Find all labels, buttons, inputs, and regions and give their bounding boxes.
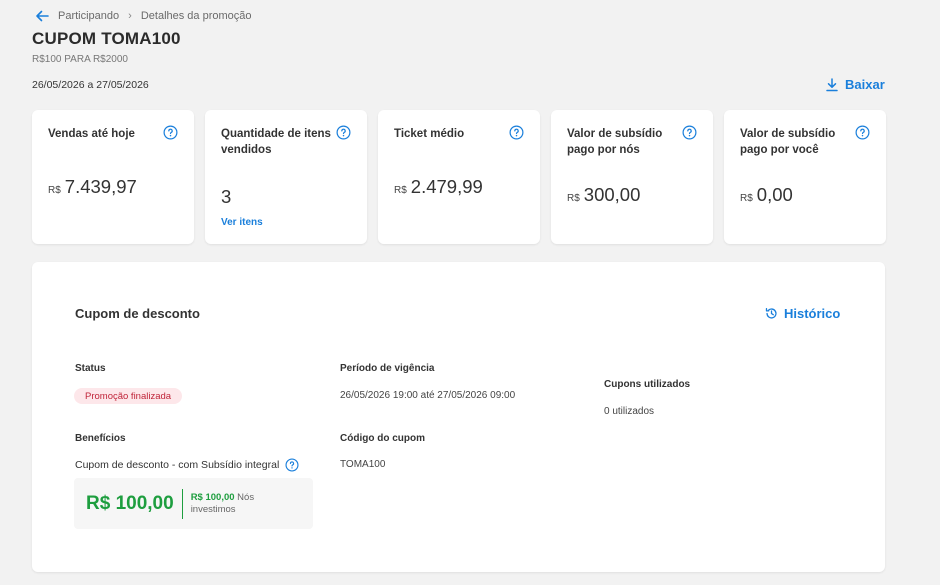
help-icon[interactable] bbox=[509, 125, 524, 140]
benefit-amount: R$ 100,00 bbox=[86, 492, 174, 514]
period-label: Período de vigência bbox=[340, 363, 435, 374]
metric-value: R$ 0,00 bbox=[740, 184, 793, 205]
download-button[interactable]: Baixar bbox=[826, 77, 885, 92]
metric-label: Vendas até hoje bbox=[48, 128, 135, 140]
metric-label: Valor de subsídio pago por nós bbox=[567, 128, 663, 156]
arrow-left-icon[interactable] bbox=[34, 8, 50, 24]
breadcrumb: Participando › Detalhes da promoção bbox=[34, 8, 252, 24]
divider bbox=[181, 488, 183, 519]
help-icon[interactable] bbox=[285, 458, 299, 472]
coupons-used-value: 0 utilizados bbox=[604, 406, 655, 417]
metric-card-subsidy-you: Valor de subsídio pago por você R$ 0,00 bbox=[724, 110, 886, 244]
metric-value: R$ 300,00 bbox=[567, 184, 641, 205]
chevron-right-icon: › bbox=[128, 10, 132, 22]
coupon-code-label: Código do cupom bbox=[340, 433, 425, 444]
help-icon[interactable] bbox=[682, 125, 697, 140]
coupon-panel: Cupom de desconto Histórico Status Promo… bbox=[32, 262, 885, 572]
history-icon bbox=[765, 308, 777, 319]
page-title: CUPOM TOMA100 bbox=[32, 29, 181, 48]
page-subtitle: R$100 PARA R$2000 bbox=[32, 54, 128, 65]
benefits-value: Cupom de desconto - com Subsídio integra… bbox=[75, 458, 299, 472]
metrics-cards: Vendas até hoje R$ 7.439,97 Quantidade de… bbox=[32, 110, 886, 244]
history-button[interactable]: Histórico bbox=[765, 306, 840, 321]
benefit-box: R$ 100,00 R$ 100,00 Nós investimos bbox=[74, 478, 313, 529]
benefit-note: R$ 100,00 Nós investimos bbox=[190, 491, 255, 515]
metric-value: 3 bbox=[221, 186, 232, 207]
metric-card-subsidy-us: Valor de subsídio pago por nós R$ 300,00 bbox=[551, 110, 713, 244]
metric-label: Quantidade de itens vendidos bbox=[221, 128, 331, 156]
coupon-code-value: TOMA100 bbox=[340, 459, 386, 470]
status-label: Status bbox=[75, 363, 106, 374]
period-value: 26/05/2026 19:00 até 27/05/2026 09:00 bbox=[340, 390, 516, 401]
metric-label: Valor de subsídio pago por você bbox=[740, 128, 836, 156]
metric-label: Ticket médio bbox=[394, 128, 465, 140]
metric-value: R$ 2.479,99 bbox=[394, 176, 483, 197]
metric-value: R$ 7.439,97 bbox=[48, 176, 137, 197]
metric-card-sales: Vendas até hoje R$ 7.439,97 bbox=[32, 110, 194, 244]
coupons-used-label: Cupons utilizados bbox=[604, 379, 691, 390]
date-range: 26/05/2026 a 27/05/2026 bbox=[32, 79, 149, 91]
status-badge: Promoção finalizada bbox=[74, 388, 183, 404]
benefits-label: Benefícios bbox=[75, 433, 126, 444]
panel-title: Cupom de desconto bbox=[75, 306, 200, 321]
metric-card-avg-ticket: Ticket médio R$ 2.479,99 bbox=[378, 110, 540, 244]
help-icon[interactable] bbox=[855, 125, 870, 140]
breadcrumb-current: Detalhes da promoção bbox=[140, 10, 252, 22]
history-label: Histórico bbox=[784, 306, 841, 321]
download-icon bbox=[826, 77, 838, 91]
metric-card-items-sold: Quantidade de itens vendidos 3 Ver itens bbox=[205, 110, 367, 244]
help-icon[interactable] bbox=[336, 125, 351, 140]
download-label: Baixar bbox=[845, 77, 885, 92]
breadcrumb-parent[interactable]: Participando bbox=[58, 10, 119, 22]
see-items-link[interactable]: Ver itens bbox=[221, 217, 263, 228]
help-icon[interactable] bbox=[163, 125, 178, 140]
